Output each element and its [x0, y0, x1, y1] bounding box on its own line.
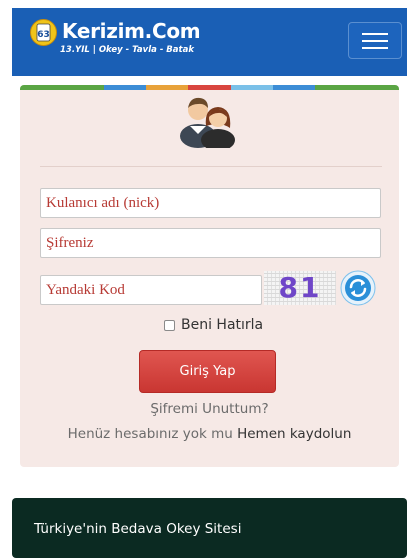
captcha-code: 81 — [278, 271, 322, 304]
login-card: 81 Beni Hatırla Giriş Yap Şifremi Unuttu… — [20, 85, 399, 467]
stripe-segment — [104, 85, 147, 90]
refresh-icon[interactable] — [340, 270, 376, 306]
signup-link[interactable]: Hemen kaydolun — [237, 426, 351, 442]
brand-name[interactable]: Kerizim.Com — [62, 19, 201, 43]
password-input[interactable] — [40, 228, 381, 258]
svg-text:63: 63 — [37, 30, 50, 40]
signup-prompt: Henüz hesabınız yok mu — [67, 426, 238, 442]
stripe-segment — [272, 85, 315, 90]
hamburger-menu-icon — [362, 33, 388, 35]
footer-panel: Türkiye'nin Bedava Okey Sitesi — [12, 498, 407, 558]
section-divider — [40, 166, 382, 167]
captcha-input[interactable] — [40, 275, 262, 305]
captcha-image: 81 — [264, 271, 336, 305]
brand-tagline: 13.YIL | Okey - Tavla - Batak — [60, 45, 194, 55]
forgot-password-link[interactable]: Şifremi Unuttum? — [20, 401, 399, 417]
menu-toggle-button[interactable] — [348, 22, 402, 59]
stripe-segment — [20, 85, 63, 90]
stripe-segment — [314, 85, 357, 90]
users-icon — [180, 97, 235, 148]
footer-title: Türkiye'nin Bedava Okey Sitesi — [34, 521, 242, 537]
stripe-segment — [62, 85, 105, 90]
top-navbar: 63 Kerizim.Com 13.YIL | Okey - Tavla - B… — [12, 8, 407, 76]
login-button[interactable]: Giriş Yap — [139, 350, 276, 393]
stripe-segment — [356, 85, 399, 90]
username-input[interactable] — [40, 188, 381, 218]
remember-label: Beni Hatırla — [181, 317, 264, 333]
signup-line: Henüz hesabınız yok mu Hemen kaydolun — [20, 426, 399, 442]
remember-checkbox[interactable] — [164, 319, 175, 331]
remember-me[interactable]: Beni Hatırla — [164, 316, 263, 334]
okey-tile-icon[interactable]: 63 — [30, 19, 57, 46]
